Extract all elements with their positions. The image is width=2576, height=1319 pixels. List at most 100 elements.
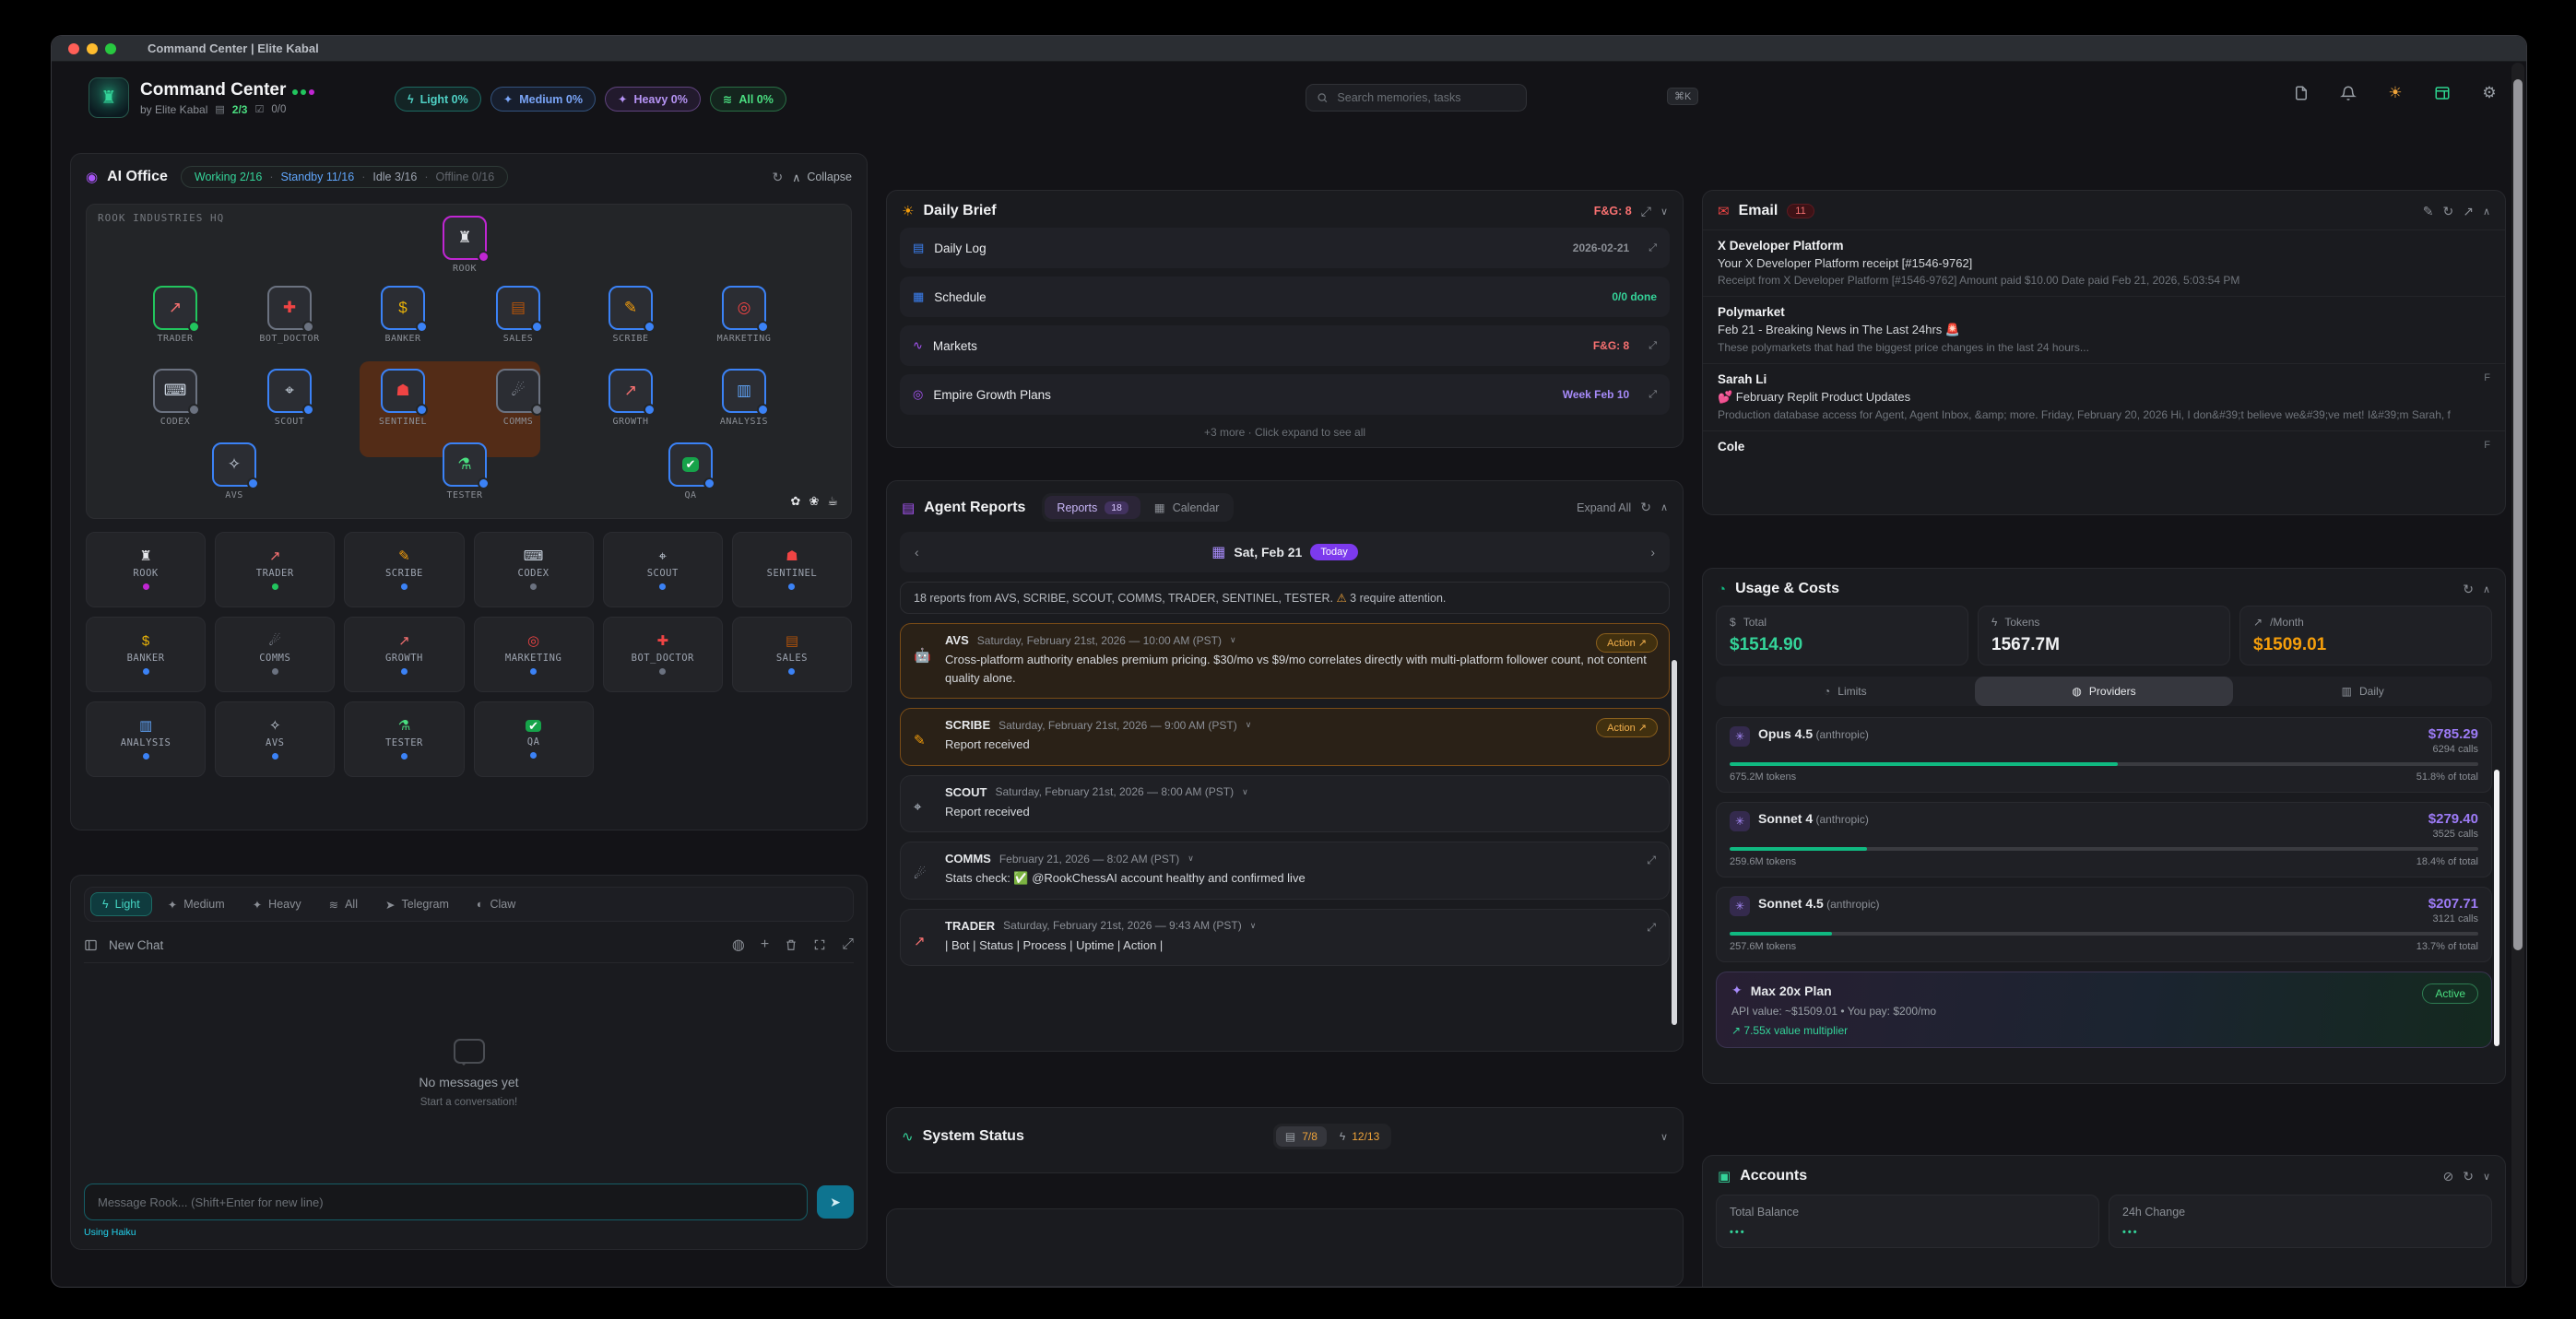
email-row-cole[interactable]: ColeF: [1703, 431, 2505, 463]
delete-chat-trash-icon[interactable]: [785, 938, 798, 951]
agent-card-bot-doctor[interactable]: ✚BOT_DOCTOR: [603, 617, 723, 692]
report-chevron-down-icon[interactable]: ∨: [1188, 854, 1194, 864]
expand-icon[interactable]: ⤢: [1648, 340, 1657, 352]
chat-tab-heavy[interactable]: ✦Heavy: [241, 892, 313, 917]
email-chevron-up-icon[interactable]: ∧: [2483, 206, 2490, 218]
search-bar[interactable]: [1306, 84, 1527, 112]
usage-refresh-icon[interactable]: ↻: [2463, 582, 2474, 597]
agent-card-scout[interactable]: ⌖SCOUT: [603, 532, 723, 607]
popout-icon[interactable]: ⤢: [842, 936, 854, 953]
fullscreen-icon[interactable]: [813, 938, 826, 951]
brief-row-markets[interactable]: ∿MarketsF&G: 8⤢: [900, 325, 1670, 366]
chat-tab-claw[interactable]: ◐Claw: [465, 892, 527, 916]
report-card-avs[interactable]: 🤖AVSSaturday, February 21st, 2026 — 10:0…: [900, 623, 1670, 699]
office-desk-codex[interactable]: ⌨CODEX: [134, 369, 217, 427]
report-chevron-down-icon[interactable]: ∨: [1242, 787, 1248, 797]
office-desk-tester[interactable]: ⚗TESTER: [423, 442, 506, 501]
report-card-scribe[interactable]: ✎SCRIBESaturday, February 21st, 2026 — 9…: [900, 708, 1670, 766]
provider-row-sonnet-4-5[interactable]: ✳Sonnet 4.5 (anthropic)$207.713121 calls…: [1716, 887, 2492, 962]
chat-tab-telegram[interactable]: ➤Telegram: [373, 892, 461, 917]
office-desk-bot-doctor[interactable]: ✚BOT_DOCTOR: [248, 286, 331, 344]
brief-row-daily-log[interactable]: ▤Daily Log2026-02-21⤢: [900, 228, 1670, 268]
minimize-window-button[interactable]: [87, 43, 98, 54]
reports-refresh-icon[interactable]: ↻: [1640, 500, 1651, 515]
agent-card-codex[interactable]: ⌨CODEX: [474, 532, 594, 607]
brief-chevron-down-icon[interactable]: ∨: [1660, 206, 1668, 218]
mode-badge-light-0[interactable]: ϟLight 0%: [395, 87, 481, 112]
action-badge[interactable]: Action ↗: [1596, 633, 1658, 653]
model-icon[interactable]: ◍: [732, 936, 745, 954]
agent-card-comms[interactable]: ☄COMMS: [215, 617, 335, 692]
agent-card-sentinel[interactable]: ☗SENTINEL: [732, 532, 852, 607]
report-expand-icon[interactable]: ⤢: [1647, 854, 1656, 867]
email-refresh-icon[interactable]: ↻: [2442, 204, 2453, 219]
report-card-trader[interactable]: ↗TRADERSaturday, February 21st, 2026 — 9…: [900, 909, 1670, 967]
report-card-comms[interactable]: ☄COMMSFebruary 21, 2026 — 8:02 AM (PST)∨…: [900, 842, 1670, 900]
email-external-icon[interactable]: ↗: [2463, 204, 2474, 219]
office-desk-rook[interactable]: ♜ROOK: [423, 216, 506, 274]
document-icon[interactable]: [2292, 84, 2310, 102]
agent-card-tester[interactable]: ⚗TESTER: [344, 701, 464, 777]
brief-row-schedule[interactable]: ▦Schedule0/0 done: [900, 277, 1670, 317]
office-desk-avs[interactable]: ✧AVS: [193, 442, 276, 501]
office-desk-scout[interactable]: ⌖SCOUT: [248, 369, 331, 427]
next-day-chevron[interactable]: ›: [1650, 545, 1655, 559]
provider-row-opus-4-5[interactable]: ✳Opus 4.5 (anthropic)$785.296294 calls67…: [1716, 717, 2492, 793]
reports-chevron-up-icon[interactable]: ∧: [1660, 501, 1668, 513]
tab-reports[interactable]: Reports 18: [1045, 496, 1140, 519]
usage-tab-daily[interactable]: ▥Daily: [2233, 677, 2492, 706]
agent-card-analysis[interactable]: ▥ANALYSIS: [86, 701, 206, 777]
agent-card-qa[interactable]: ✔QA: [474, 701, 594, 777]
report-chevron-down-icon[interactable]: ∨: [1250, 921, 1257, 931]
hide-balances-eye-icon[interactable]: ⊘: [2442, 1169, 2453, 1184]
theme-sun-icon[interactable]: ☀: [2386, 84, 2405, 102]
agent-card-trader[interactable]: ↗TRADER: [215, 532, 335, 607]
office-desk-trader[interactable]: ↗TRADER: [134, 286, 217, 344]
email-row-polymarket[interactable]: PolymarketFeb 21 - Breaking News in The …: [1703, 297, 2505, 364]
expand-icon[interactable]: ⤢: [1648, 242, 1657, 254]
zoom-window-button[interactable]: [105, 43, 116, 54]
office-desk-sales[interactable]: ▤SALES: [477, 286, 560, 344]
sidebar-toggle-icon[interactable]: [84, 938, 98, 952]
usage-scrollbar[interactable]: [2494, 770, 2499, 1046]
agent-card-banker[interactable]: $BANKER: [86, 617, 206, 692]
window-scrollbar-thumb[interactable]: [2513, 79, 2523, 950]
action-badge[interactable]: Action ↗: [1596, 718, 1658, 737]
brief-footer[interactable]: +3 more · Click expand to see all: [887, 426, 1683, 439]
account-tile-24h-change[interactable]: 24h Change•••: [2109, 1195, 2492, 1248]
office-floor-map[interactable]: ROOK INDUSTRIES HQ ✿❀☕ ♜ROOK↗TRADER✚BOT_…: [86, 204, 852, 519]
expand-icon[interactable]: ⤢: [1648, 389, 1657, 401]
agent-card-sales[interactable]: ▤SALES: [732, 617, 852, 692]
office-collapse-button[interactable]: ∧ Collapse: [792, 171, 852, 184]
usage-tab-providers[interactable]: ◍Providers: [1975, 677, 2234, 706]
agent-card-marketing[interactable]: ◎MARKETING: [474, 617, 594, 692]
send-button[interactable]: ➤: [817, 1185, 854, 1219]
accounts-refresh-icon[interactable]: ↻: [2463, 1169, 2474, 1184]
chat-tab-medium[interactable]: ✦Medium: [156, 892, 237, 917]
compose-icon[interactable]: ✎: [2423, 204, 2434, 219]
report-card-scout[interactable]: ⌖SCOUTSaturday, February 21st, 2026 — 8:…: [900, 775, 1670, 833]
close-window-button[interactable]: [68, 43, 79, 54]
email-row-sarah-li[interactable]: Sarah LiF💕 February Replit Product Updat…: [1703, 364, 2505, 431]
mode-badge-medium-0[interactable]: ✦Medium 0%: [490, 87, 596, 112]
mode-badge-heavy-0[interactable]: ✦Heavy 0%: [605, 87, 701, 112]
chat-tab-all[interactable]: ≋All: [317, 892, 370, 917]
office-refresh-icon[interactable]: ↻: [772, 170, 783, 185]
accounts-chevron-down-icon[interactable]: ∨: [2483, 1171, 2490, 1183]
account-tile-total-balance[interactable]: Total Balance•••: [1716, 1195, 2099, 1248]
report-expand-icon[interactable]: ⤢: [1647, 921, 1656, 935]
window-scrollbar[interactable]: [2511, 63, 2524, 1285]
usage-chevron-up-icon[interactable]: ∧: [2483, 583, 2490, 595]
brief-row-empire-growth-plans[interactable]: ◎Empire Growth PlansWeek Feb 10⤢: [900, 374, 1670, 415]
office-desk-comms[interactable]: ☄COMMS: [477, 369, 560, 427]
office-desk-sentinel[interactable]: ☗SENTINEL: [361, 369, 444, 427]
provider-row-sonnet-4[interactable]: ✳Sonnet 4 (anthropic)$279.403525 calls25…: [1716, 802, 2492, 877]
agent-card-avs[interactable]: ✧AVS: [215, 701, 335, 777]
agent-card-scribe[interactable]: ✎SCRIBE: [344, 532, 464, 607]
mode-badge-all-0[interactable]: ≋All 0%: [710, 87, 786, 112]
settings-gear-icon[interactable]: ⚙: [2480, 84, 2499, 102]
reports-scrollbar[interactable]: [1672, 660, 1677, 1025]
office-desk-analysis[interactable]: ▥ANALYSIS: [703, 369, 786, 427]
office-desk-growth[interactable]: ↗GROWTH: [589, 369, 672, 427]
app-logo[interactable]: ♜: [89, 77, 129, 118]
